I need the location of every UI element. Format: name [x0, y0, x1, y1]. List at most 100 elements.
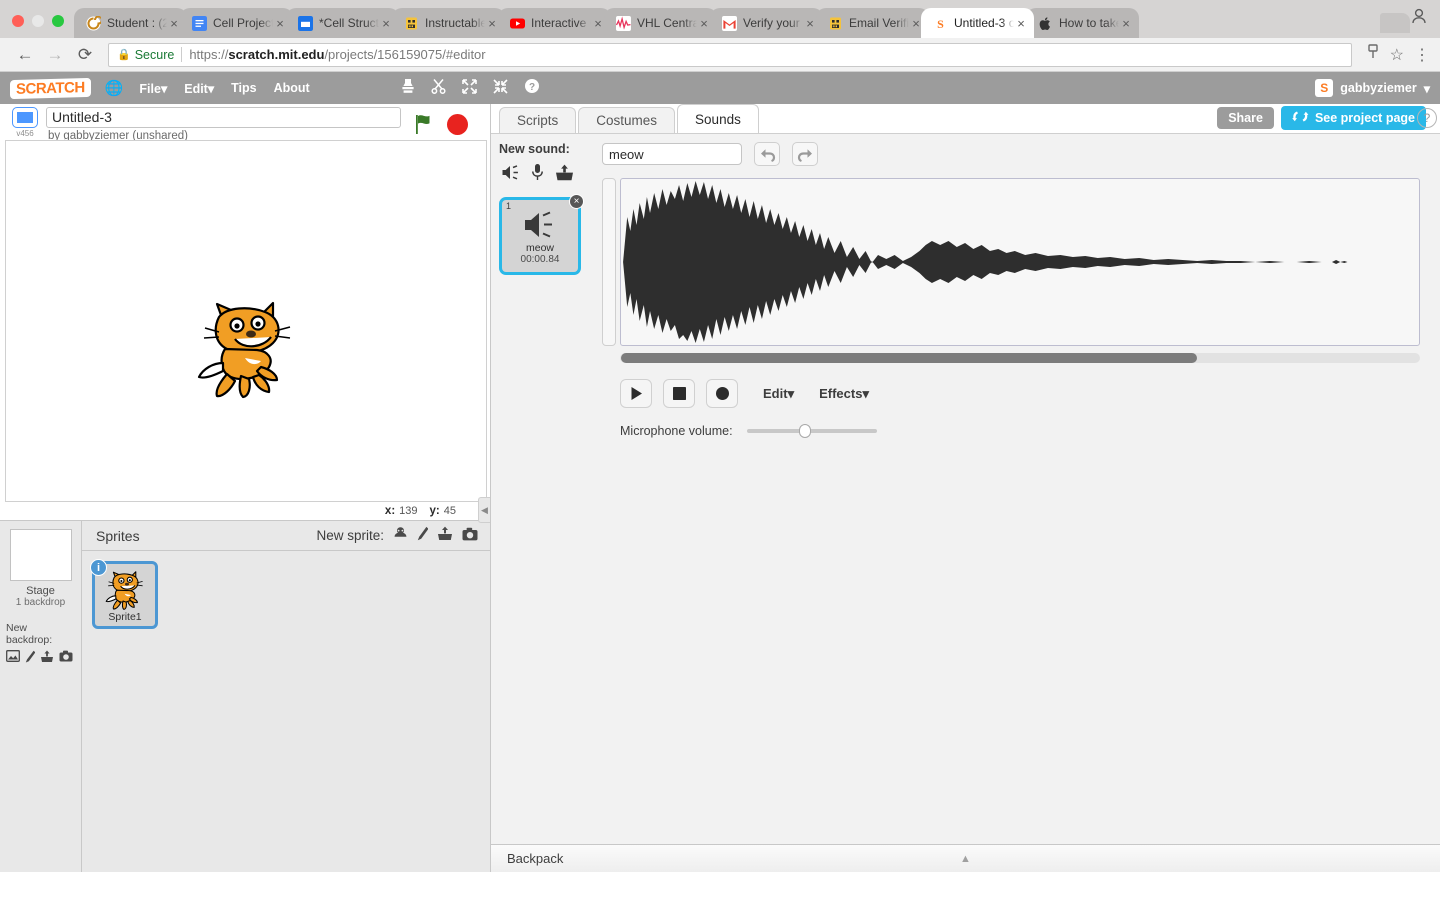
- sound-name-input[interactable]: [602, 143, 742, 165]
- paint-icon[interactable]: [25, 650, 36, 666]
- chrome-menu-icon[interactable]: ⋮: [1414, 45, 1430, 65]
- browser-tab-8[interactable]: S Untitled-3 on×: [921, 8, 1034, 38]
- backpack-expand-icon[interactable]: ▲: [960, 853, 971, 865]
- profile-icon[interactable]: [1410, 7, 1428, 30]
- stop-sign-icon[interactable]: [447, 113, 468, 135]
- project-title-input[interactable]: [46, 106, 401, 128]
- menu-about[interactable]: About: [274, 81, 310, 95]
- minimize-window-button[interactable]: [32, 15, 44, 27]
- green-flag-icon[interactable]: [413, 112, 435, 136]
- close-tab-icon[interactable]: ×: [803, 16, 817, 31]
- library-icon[interactable]: [393, 526, 408, 545]
- menu-file[interactable]: File▾: [139, 81, 167, 96]
- y-label: y:: [429, 505, 440, 517]
- slides-icon: [298, 15, 313, 31]
- help-icon[interactable]: ?: [524, 78, 540, 98]
- new-backdrop-icons: [6, 650, 75, 666]
- record-icon[interactable]: [706, 379, 738, 408]
- collapse-panel-arrow[interactable]: ◀: [478, 497, 490, 523]
- close-tab-icon[interactable]: ×: [167, 16, 181, 31]
- sound-tile-meow[interactable]: 1 × meow 00:00.84: [499, 194, 584, 275]
- gmail-icon: [722, 15, 737, 31]
- play-icon[interactable]: [620, 379, 652, 408]
- upload-icon[interactable]: [437, 526, 453, 545]
- scissors-icon[interactable]: [431, 78, 446, 98]
- back-button[interactable]: ←: [10, 45, 40, 65]
- close-tab-icon[interactable]: ×: [697, 16, 711, 31]
- shrink-icon[interactable]: [493, 78, 508, 98]
- sprite-cat-on-stage[interactable]: [191, 301, 301, 401]
- backpack-bar[interactable]: Backpack ▲: [491, 844, 1440, 872]
- delete-sound-icon[interactable]: ×: [569, 194, 584, 209]
- scrollbar-thumb[interactable]: [621, 353, 1197, 363]
- close-tab-icon[interactable]: ×: [1119, 16, 1133, 31]
- sound-editor-toolbar: [602, 142, 1420, 166]
- browser-tab-1[interactable]: Cell Project -×: [180, 8, 293, 38]
- new-tab-button[interactable]: [1380, 13, 1410, 33]
- close-window-button[interactable]: [12, 15, 24, 27]
- browser-tab-7[interactable]: Email Verifica×: [816, 8, 929, 38]
- sprite-info-badge[interactable]: i: [90, 559, 107, 576]
- browser-tab-title: Cell Project -: [213, 16, 273, 30]
- grow-icon[interactable]: [461, 78, 477, 98]
- tab-costumes[interactable]: Costumes: [578, 107, 676, 133]
- close-tab-icon[interactable]: ×: [591, 16, 605, 31]
- maximize-window-button[interactable]: [52, 15, 64, 27]
- sound-editor-pane: Edit▾ Effects▾ Microphone volume:: [596, 134, 1440, 844]
- speaker-library-icon[interactable]: [501, 164, 520, 186]
- sprite-tile-sprite1[interactable]: i Sprite1: [90, 559, 158, 629]
- stage-canvas[interactable]: [5, 140, 487, 502]
- image-icon[interactable]: [6, 650, 20, 666]
- upload-icon[interactable]: [555, 164, 574, 186]
- effects-menu-dropdown[interactable]: Effects▾: [819, 386, 869, 402]
- stage-size-icon[interactable]: v456: [8, 107, 42, 138]
- sound-index: 1: [506, 201, 512, 211]
- user-menu[interactable]: S gabbyziemer ▾: [1315, 79, 1430, 97]
- browser-tab-5[interactable]: VHL Central ×: [604, 8, 717, 38]
- close-tab-icon[interactable]: ×: [379, 16, 393, 31]
- stage-backdrop-thumbnail[interactable]: [9, 529, 72, 581]
- scratch-icon: S: [933, 15, 948, 31]
- mic-volume-slider[interactable]: [746, 424, 877, 438]
- browser-tab-2[interactable]: *Cell Structu×: [286, 8, 399, 38]
- sprite-list: i Sprite1: [82, 551, 490, 629]
- upload-icon[interactable]: [40, 650, 54, 666]
- close-tab-icon[interactable]: ×: [1014, 16, 1028, 31]
- tab-sounds[interactable]: Sounds: [677, 104, 759, 133]
- camera-icon[interactable]: [59, 650, 73, 666]
- bookmark-star-icon[interactable]: ☆: [1390, 45, 1404, 65]
- close-tab-icon[interactable]: ×: [273, 16, 287, 31]
- sound-duration: 00:00.84: [520, 254, 560, 265]
- tab-scripts[interactable]: Scripts: [499, 107, 577, 133]
- browser-tab-3[interactable]: Instructable ×: [392, 8, 505, 38]
- microphone-volume-row: Microphone volume:: [620, 424, 1420, 438]
- menu-edit[interactable]: Edit▾: [184, 81, 214, 96]
- waveform-scrollbar[interactable]: [620, 353, 1420, 363]
- menu-tips[interactable]: Tips: [231, 81, 256, 95]
- waveform-display[interactable]: [620, 178, 1420, 346]
- share-button[interactable]: Share: [1217, 107, 1274, 129]
- scratch-logo[interactable]: SCRATCH: [10, 77, 91, 99]
- stamp-icon[interactable]: [401, 78, 415, 98]
- close-tab-icon[interactable]: ×: [485, 16, 499, 31]
- edit-menu-dropdown[interactable]: Edit▾: [763, 386, 794, 402]
- browser-tab-4[interactable]: Interactive C×: [498, 8, 611, 38]
- forward-button[interactable]: →: [40, 45, 70, 65]
- browser-tab-title: How to take a: [1059, 16, 1119, 30]
- browser-tab-6[interactable]: Verify your e×: [710, 8, 823, 38]
- address-bar[interactable]: 🔒 Secure https://scratch.mit.edu/project…: [108, 42, 1352, 67]
- globe-icon[interactable]: 🌐: [105, 79, 124, 97]
- paint-icon[interactable]: [417, 526, 429, 545]
- stop-icon[interactable]: [663, 379, 695, 408]
- camera-icon[interactable]: [462, 527, 478, 545]
- slider-knob[interactable]: [798, 424, 811, 438]
- browser-tab-9[interactable]: How to take a×: [1026, 8, 1139, 38]
- redo-icon[interactable]: [792, 142, 818, 166]
- undo-icon[interactable]: [754, 142, 780, 166]
- microphone-icon[interactable]: [531, 163, 544, 186]
- browser-tab-0[interactable]: Student : (26×: [74, 8, 187, 38]
- editor-help-icon[interactable]: ?: [1417, 108, 1437, 128]
- reload-button[interactable]: ⟳: [70, 45, 100, 65]
- see-project-page-button[interactable]: See project page: [1280, 106, 1426, 130]
- key-icon[interactable]: [1366, 44, 1380, 65]
